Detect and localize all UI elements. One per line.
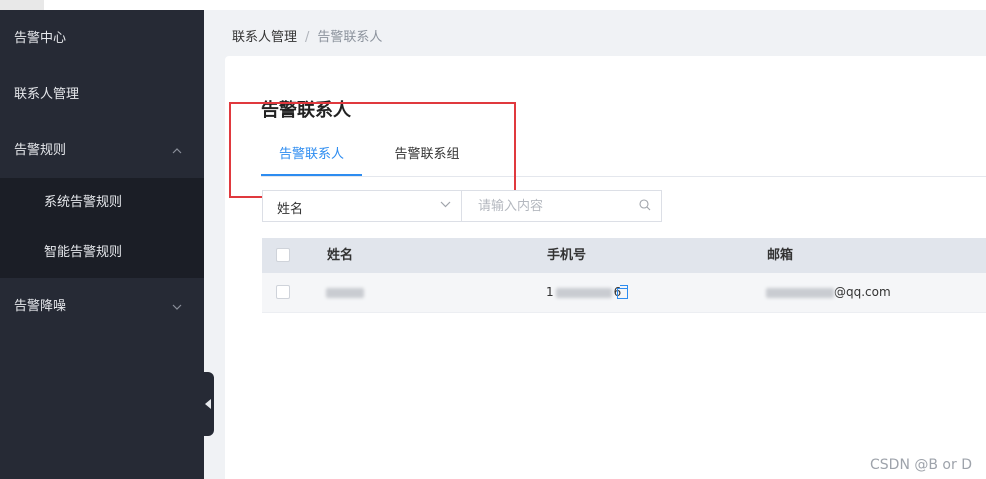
sidebar-item-label: 告警规则 <box>14 143 67 158</box>
table-header: 姓名 手机号 邮箱 <box>262 238 986 273</box>
table-row[interactable]: 16 @qq.com <box>262 273 986 313</box>
sidebar-item-alert-noise-reduction[interactable]: 告警降噪 <box>0 279 204 335</box>
sidebar-item-alert-center[interactable]: 告警中心 <box>0 11 204 67</box>
search-box <box>461 190 662 222</box>
watermark: CSDN @B or D <box>870 457 972 473</box>
breadcrumb-parent[interactable]: 联系人管理 <box>232 30 297 45</box>
sidebar-item-label: 联系人管理 <box>14 87 80 102</box>
alert-rules-submenu: 系统告警规则 智能告警规则 <box>0 178 204 278</box>
cell-phone: 16 <box>546 273 621 312</box>
column-header-phone: 手机号 <box>547 248 587 263</box>
sidebar: 告警中心 联系人管理 告警规则 系统告警规则 智能告警规则 告警降噪 <box>0 10 204 479</box>
sidebar-item-smart-alert-rules[interactable]: 智能告警规则 <box>0 228 204 278</box>
sidebar-item-label: 系统告警规则 <box>44 195 123 210</box>
sidebar-item-label: 告警降噪 <box>14 299 67 314</box>
select-value: 姓名 <box>277 202 304 217</box>
redacted-email <box>766 287 834 298</box>
top-bar <box>0 0 986 10</box>
row-checkbox[interactable] <box>276 285 290 299</box>
filter-field-select[interactable]: 姓名 <box>262 190 462 222</box>
breadcrumb-separator: / <box>305 30 310 45</box>
breadcrumb: 联系人管理 / 告警联系人 <box>232 26 382 45</box>
logo-area <box>0 0 44 10</box>
search-icon[interactable] <box>639 199 651 211</box>
sidebar-collapse-handle[interactable] <box>202 372 214 436</box>
email-suffix: @qq.com <box>834 285 891 299</box>
sidebar-item-label: 智能告警规则 <box>44 245 123 260</box>
sidebar-item-contact-management[interactable]: 联系人管理 <box>0 67 204 123</box>
redacted-name <box>326 287 364 298</box>
search-input[interactable] <box>462 191 648 221</box>
column-header-name: 姓名 <box>327 248 354 263</box>
copy-icon[interactable] <box>617 285 628 299</box>
breadcrumb-current: 告警联系人 <box>317 30 383 45</box>
cell-name <box>326 273 364 312</box>
cell-email: @qq.com <box>766 273 891 312</box>
sidebar-item-label: 告警中心 <box>14 31 67 46</box>
annotation-highlight-box <box>229 102 516 198</box>
column-header-email: 邮箱 <box>767 248 794 263</box>
chevron-down-icon <box>172 279 182 335</box>
sidebar-item-alert-rules[interactable]: 告警规则 <box>0 123 204 179</box>
sidebar-item-system-alert-rules[interactable]: 系统告警规则 <box>0 178 204 228</box>
phone-prefix: 1 <box>546 285 554 299</box>
chevron-up-icon <box>172 123 182 179</box>
select-all-checkbox[interactable] <box>276 248 290 262</box>
redacted-phone <box>555 287 612 298</box>
caret-left-icon <box>205 399 211 409</box>
chevron-down-icon <box>440 198 451 211</box>
